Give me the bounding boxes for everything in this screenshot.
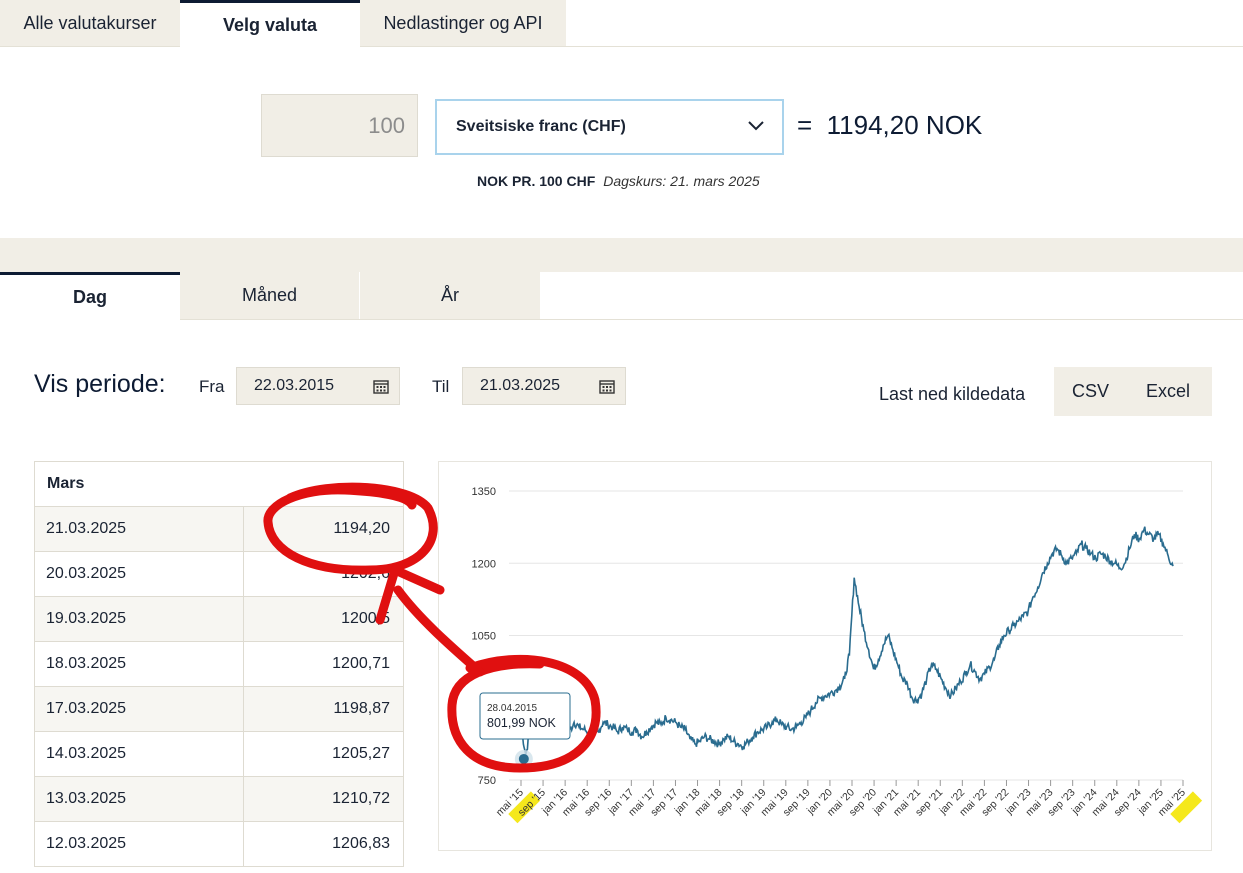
tab-year[interactable]: År (360, 272, 540, 319)
y-tick-label: 750 (478, 775, 496, 787)
csv-button[interactable]: CSV (1072, 367, 1109, 416)
y-tick-label: 1200 (472, 558, 496, 570)
tooltip-value: 801,99 NOK (487, 716, 556, 730)
table-row: 18.03.2025 1200,71 (35, 642, 403, 687)
table-row: 17.03.2025 1198,87 (35, 687, 403, 732)
download-label: Last ned kildedata (879, 384, 1026, 404)
table-row: 12.03.2025 1206,83 (35, 822, 403, 867)
to-label: Til (432, 377, 450, 396)
table-month-header: Mars (35, 462, 403, 507)
top-tab-bar: Alle valutakurser Velg valuta Nedlasting… (0, 0, 1243, 47)
amount-input[interactable]: 100 (261, 94, 418, 157)
calendar-icon[interactable] (373, 379, 389, 394)
chart-svg[interactable]: 135012001050750mai '15sep '15jan '16mai … (439, 462, 1213, 852)
y-tick-label: 1350 (472, 486, 496, 498)
table-row: 14.03.2025 1205,27 (35, 732, 403, 777)
from-label: Fra (199, 377, 225, 396)
period-tab-bar: Dag Måned År (0, 272, 1243, 320)
conversion-result: = 1194,20 NOK (797, 110, 983, 140)
excel-button[interactable]: Excel (1146, 367, 1190, 416)
tab-all-rates[interactable]: Alle valutakurser (0, 0, 180, 46)
calendar-icon[interactable] (599, 379, 615, 394)
tab-month[interactable]: Måned (180, 272, 359, 319)
rates-table: Mars 21.03.2025 1194,20 20.03.2025 1202,6 … (34, 461, 404, 867)
table-row: 13.03.2025 1210,72 (35, 777, 403, 822)
currency-select[interactable]: Sveitsiske franc (CHF) (435, 99, 784, 155)
tab-day[interactable]: Dag (0, 272, 180, 320)
hover-point (518, 753, 529, 764)
table-row: 19.03.2025 1200,5 (35, 597, 403, 642)
chart-tooltip: 28.04.2015 801,99 NOK (479, 692, 571, 740)
to-date-input[interactable]: 21.03.2025 (462, 367, 626, 405)
section-divider-band (0, 238, 1243, 272)
rate-note: NOK PR. 100 CHF Dagskurs: 21. mars 2025 (477, 173, 760, 189)
period-title: Vis periode: (34, 370, 166, 398)
from-date-input[interactable]: 22.03.2015 (236, 367, 400, 405)
tooltip-date: 28.04.2015 (487, 703, 537, 714)
y-tick-label: 1050 (472, 631, 496, 643)
table-row: 20.03.2025 1202,6 (35, 552, 403, 597)
download-buttons: CSV Excel (1054, 367, 1212, 416)
series-line (520, 526, 1174, 756)
chevron-down-icon (748, 121, 764, 131)
table-row: 21.03.2025 1194,20 (35, 507, 403, 552)
currency-select-value: Sveitsiske franc (CHF) (456, 118, 626, 135)
tab-select-currency[interactable]: Velg valuta (180, 0, 360, 47)
rate-chart[interactable]: 1350 1200 1050 750 mai '15 sep '15 jan '16 mai … (438, 461, 1212, 851)
tab-downloads-api[interactable]: Nedlastinger og API (360, 0, 566, 46)
